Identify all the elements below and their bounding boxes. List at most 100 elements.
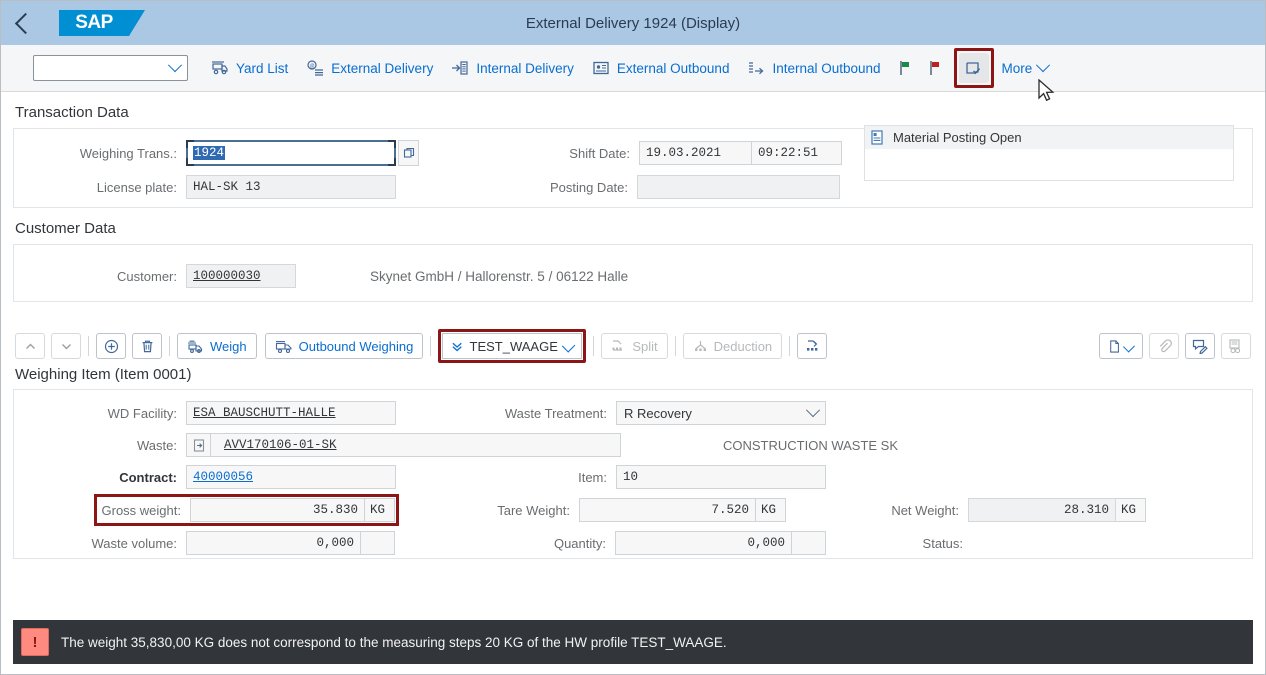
green-flag-icon	[899, 61, 909, 75]
toolbar-action-label: Yard List	[236, 60, 289, 76]
customer-label: Customer:	[117, 268, 177, 284]
internal-delivery-icon	[451, 59, 469, 77]
status-list-item[interactable]: Material Posting Open	[865, 126, 1233, 149]
license-plate-input[interactable]: HAL-SK 13	[186, 175, 396, 199]
weighing-trans-input[interactable]: 1924	[186, 140, 396, 166]
sap-logo-text: SAP	[75, 12, 113, 33]
weigh-button[interactable]: Weigh	[177, 333, 257, 359]
tare-weight-input[interactable]: 7.520	[579, 498, 756, 522]
move-down-button[interactable]	[51, 333, 81, 359]
waste-navigate-button[interactable]	[186, 433, 211, 457]
contract-label: Contract:	[119, 469, 177, 485]
weighing-trans-value-help[interactable]	[398, 140, 419, 166]
wd-facility-value[interactable]: ESA_BAUSCHUTT-HALLE	[193, 406, 336, 420]
contract-input[interactable]: 40000056	[186, 465, 396, 489]
scale-profile-value: TEST_WAAGE	[469, 338, 558, 354]
transfer-icon	[806, 340, 818, 351]
delete-item-button[interactable]	[132, 333, 162, 359]
toolbar-action-yard-list[interactable]: Yard List	[202, 51, 297, 85]
gross-weight-label: Gross weight:	[101, 502, 181, 518]
internal-outbound-icon	[747, 59, 765, 77]
posting-date-label: Posting Date:	[549, 179, 628, 195]
waste-description: CONSTRUCTION WASTE SK	[723, 437, 899, 453]
sap-logo: SAP	[59, 10, 145, 36]
trash-icon	[142, 340, 152, 352]
net-weight-label: Net Weight:	[891, 502, 959, 518]
customer-data-heading: Customer Data	[15, 220, 116, 237]
external-delivery-icon: @	[306, 59, 324, 77]
wd-facility-input[interactable]: ESA_BAUSCHUTT-HALLE	[186, 401, 396, 425]
move-up-button[interactable]	[15, 333, 45, 359]
contract-value[interactable]: 40000056	[193, 470, 253, 484]
posting-date-input[interactable]	[637, 175, 840, 199]
document-dropdown-button[interactable]	[1099, 333, 1143, 359]
customer-input[interactable]: 100000030	[186, 264, 296, 288]
waste-input[interactable]: AVV170106-01-SK	[210, 433, 621, 457]
toolbar-action-external-delivery[interactable]: @ External Delivery	[297, 51, 442, 85]
toolbar-action-internal-outbound[interactable]: Internal Outbound	[738, 51, 889, 85]
chevron-down-icon	[1036, 58, 1051, 73]
attachment-button[interactable]	[1149, 333, 1179, 359]
shift-date-label: Shift Date:	[569, 145, 630, 161]
toolbar-action-internal-delivery[interactable]: Internal Delivery	[442, 51, 583, 85]
split-button[interactable]: Split	[601, 333, 668, 359]
waste-value[interactable]: AVV170106-01-SK	[224, 438, 337, 452]
scale-profile-dropdown[interactable]: TEST_WAAGE	[442, 333, 583, 359]
waste-volume-input[interactable]: 0,000	[186, 531, 361, 555]
customer-data-panel: Customer: 100000030 Skynet GmbH / Hallor…	[13, 244, 1253, 302]
transaction-data-panel: Weighing Trans.: 1924 Shift Date: 19.03.…	[13, 125, 1253, 208]
toolbar-separator	[593, 336, 595, 356]
weighing-item-panel: WD Facility: ESA_BAUSCHUTT-HALLE Waste T…	[13, 389, 1253, 559]
shift-time-input[interactable]: 09:22:51	[751, 141, 842, 165]
tare-weight-unit: KG	[756, 498, 786, 522]
item-number-input[interactable]: 10	[616, 465, 826, 489]
gross-weight-input[interactable]: 35.830	[190, 498, 365, 522]
green-flag-button[interactable]	[890, 53, 920, 83]
message-strip: ! The weight 35,830,00 KG does not corre…	[13, 620, 1253, 664]
customer-description: Skynet GmbH / Hallorenstr. 5 / 06122 Hal…	[370, 268, 629, 284]
transfer-button[interactable]	[797, 333, 828, 359]
toolbar-action-label: External Delivery	[331, 60, 434, 76]
customer-value[interactable]: 100000030	[193, 269, 261, 283]
waste-treatment-dropdown[interactable]: R Recovery	[616, 401, 826, 425]
copy-icon	[403, 147, 414, 158]
toolbar-action-external-outbound[interactable]: External Outbound	[583, 51, 739, 85]
net-weight-unit: KG	[1116, 498, 1146, 522]
split-button-label: Split	[632, 338, 658, 354]
back-button[interactable]	[1, 1, 45, 45]
quantity-input[interactable]: 0,000	[615, 531, 792, 555]
truck-icon	[275, 340, 292, 353]
add-item-button[interactable]	[96, 333, 126, 359]
quantity-unit	[792, 531, 826, 555]
weigh-icon	[188, 340, 203, 353]
document-icon	[1110, 339, 1119, 353]
window-check-icon	[966, 61, 981, 74]
shift-date-input[interactable]: 19.03.2021	[639, 141, 752, 165]
toolbar-separator	[430, 336, 432, 356]
plus-circle-icon	[104, 339, 118, 353]
status-label: Status:	[922, 535, 963, 551]
report-button[interactable]	[1221, 333, 1251, 359]
outbound-weighing-button[interactable]: Outbound Weighing	[264, 333, 424, 359]
toolbar-action-label: Internal Outbound	[772, 60, 881, 76]
weighing-item-heading: Weighing Item (Item 0001)	[15, 366, 192, 383]
toolbar-select[interactable]	[33, 55, 188, 81]
more-menu-button[interactable]: More	[994, 58, 1057, 76]
note-button[interactable]	[1185, 333, 1215, 359]
toolbar-separator	[169, 336, 170, 356]
confirm-button[interactable]	[958, 53, 989, 83]
tare-weight-label: Tare Weight:	[497, 502, 570, 518]
sap-application-window: SAP External Delivery 1924 (Display) Yar…	[0, 0, 1266, 675]
double-chevron-down-icon	[452, 342, 463, 351]
chevron-left-icon	[14, 12, 36, 34]
waste-treatment-value: R Recovery	[624, 405, 692, 421]
net-weight-input: 28.310	[968, 498, 1116, 522]
red-flag-button[interactable]	[920, 53, 950, 83]
shell-bar: SAP External Delivery 1924 (Display)	[1, 1, 1265, 45]
deduction-button[interactable]: Deduction	[682, 333, 783, 359]
status-list-item-label: Material Posting Open	[893, 130, 1022, 145]
waste-treatment-label: Waste Treatment:	[504, 405, 607, 421]
license-plate-label: License plate:	[96, 179, 177, 195]
wd-facility-label: WD Facility:	[107, 405, 177, 421]
deduction-icon	[694, 341, 706, 351]
